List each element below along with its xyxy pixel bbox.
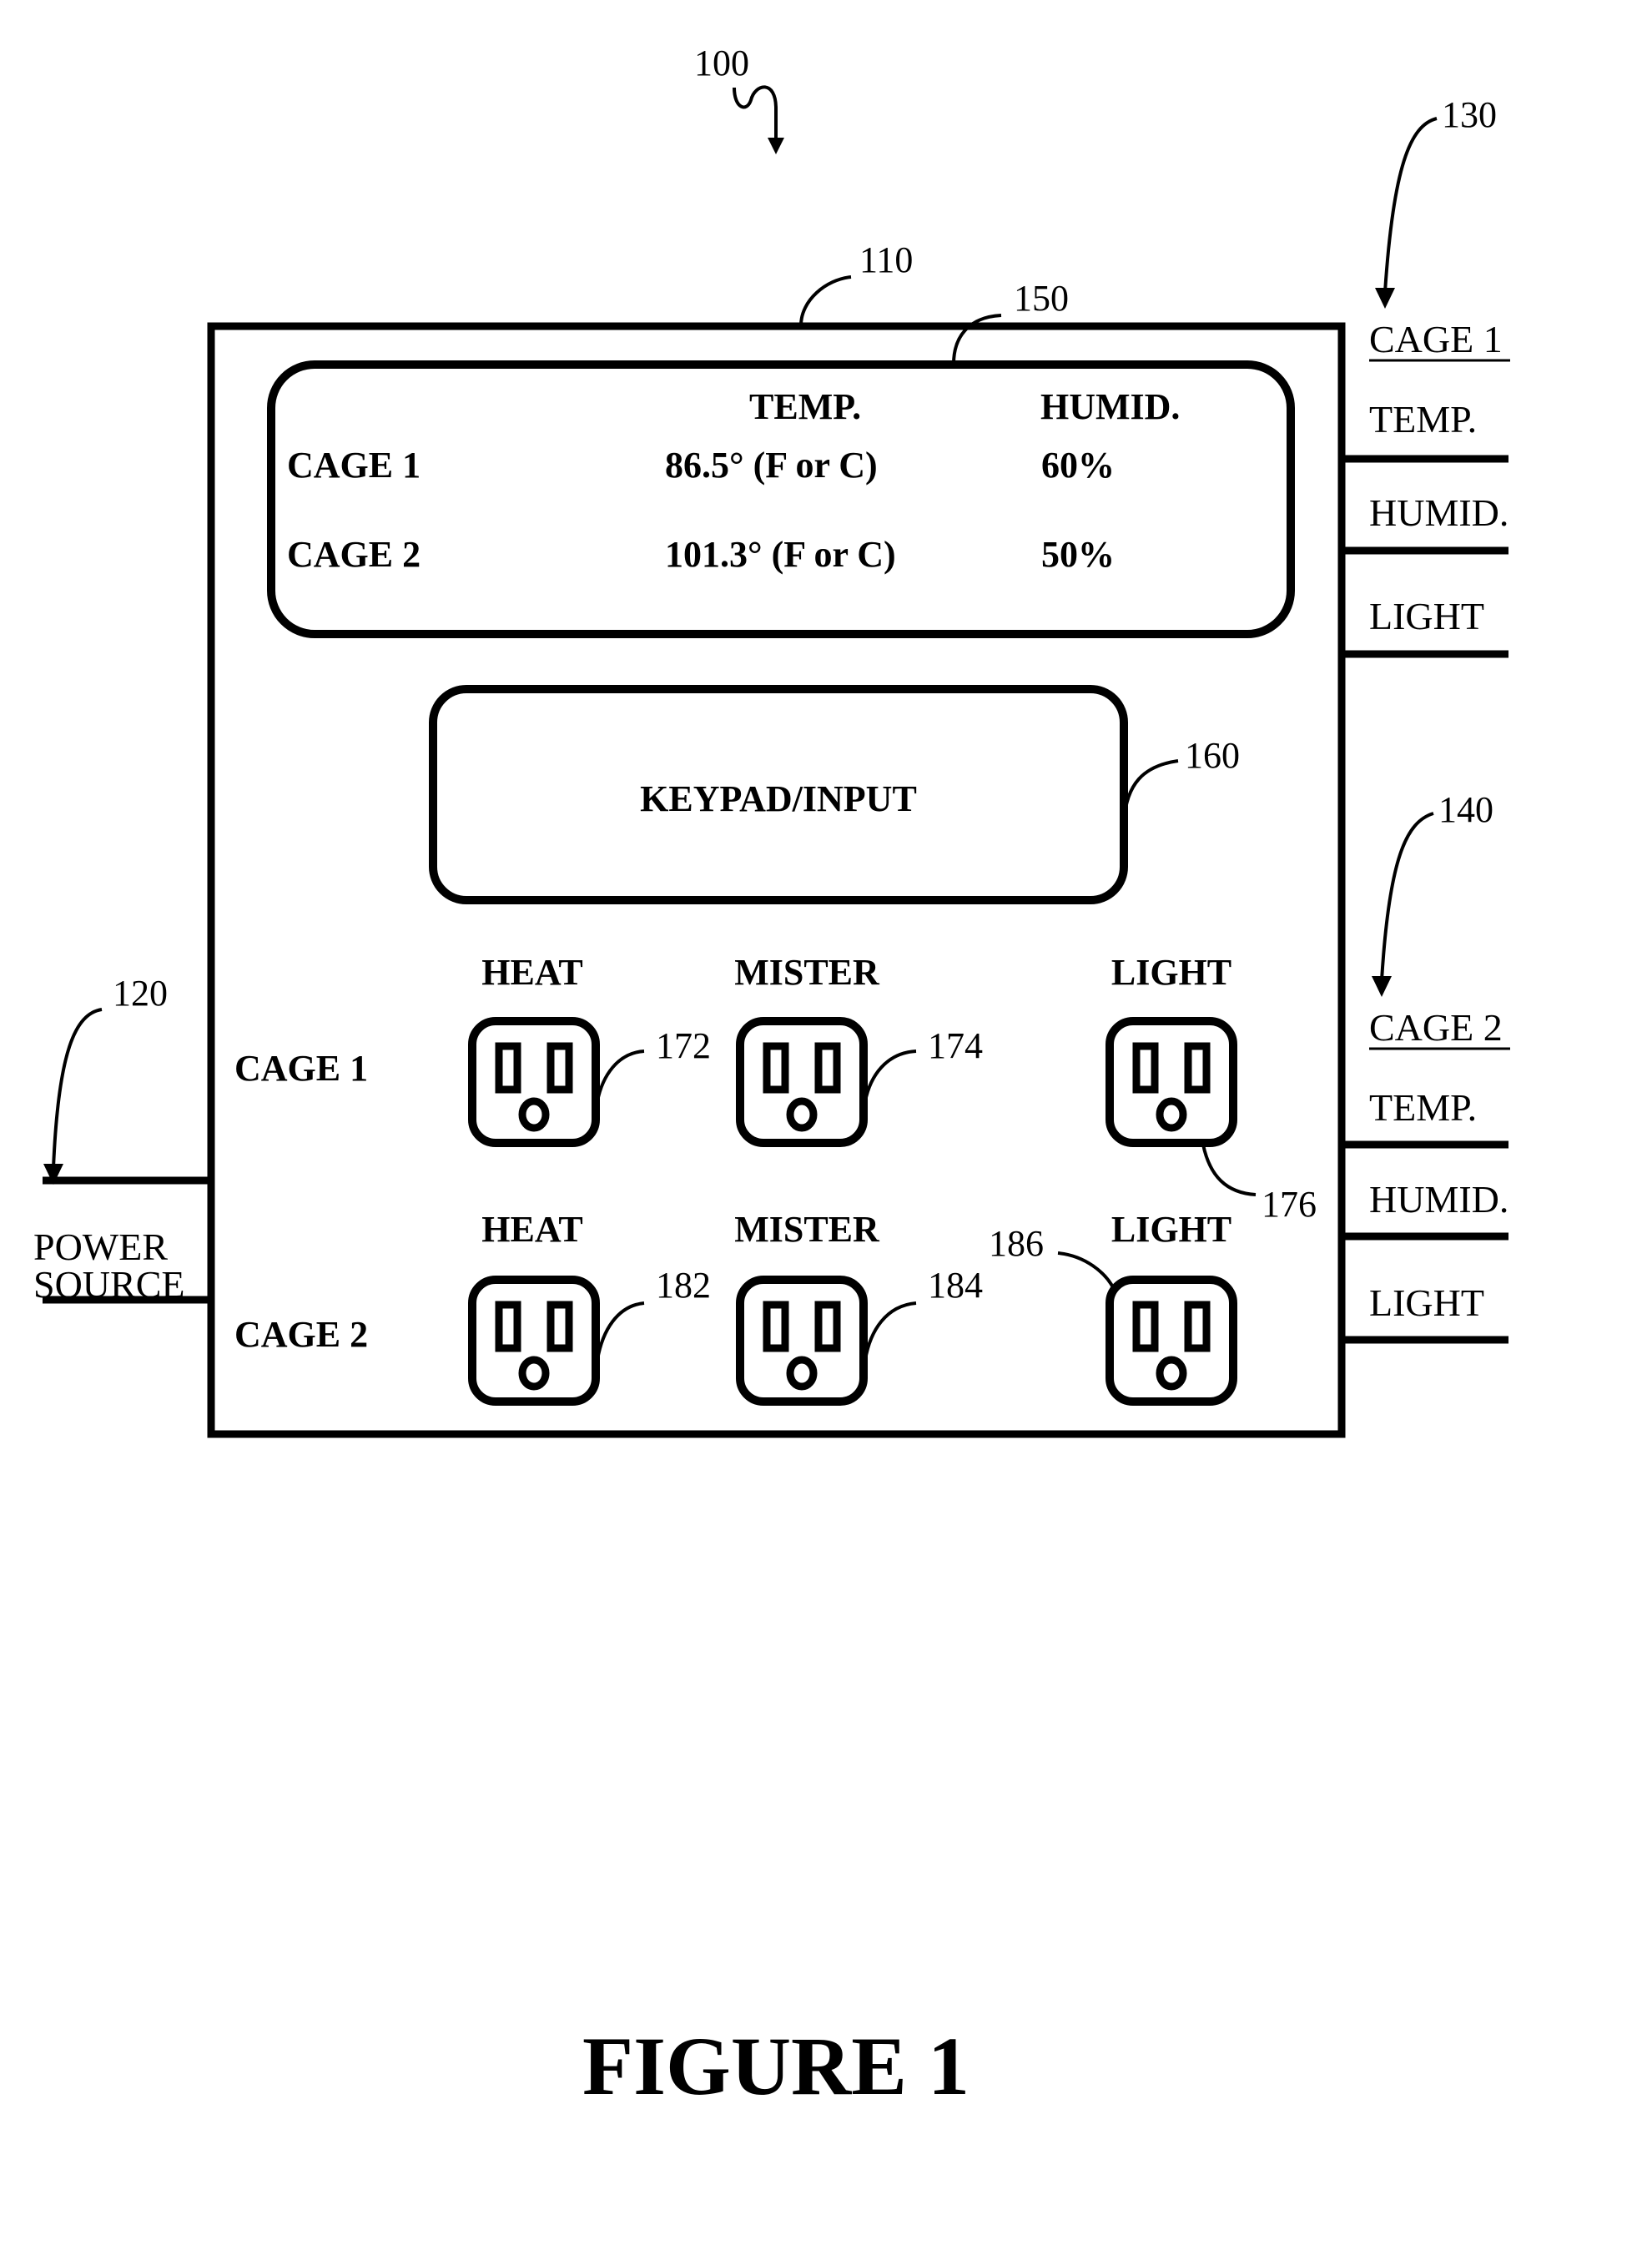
controller-housing	[207, 322, 1346, 1438]
ref-100-arrow	[733, 85, 778, 142]
ref-120-arrow	[52, 1008, 103, 1169]
outlet-cage1-light[interactable]	[1110, 1021, 1233, 1143]
ref-140-arrow	[1380, 812, 1434, 981]
sensor-group-title-cage1: CAGE 1	[1369, 318, 1503, 360]
outlet-col-mister: MISTER	[734, 1209, 880, 1250]
sensor-humid: HUMID.	[1369, 491, 1508, 534]
figure-title: FIGURE 1	[582, 2020, 970, 2112]
keypad-label: KEYPAD/INPUT	[640, 778, 917, 819]
ref-130-arrow	[1383, 117, 1438, 293]
ref-160: 160	[1185, 735, 1240, 776]
outlet-cage1-heat[interactable]	[472, 1021, 596, 1143]
power-source-label: SOURCE	[33, 1263, 184, 1306]
ref-160-leader	[1122, 759, 1179, 823]
ref-174: 174	[928, 1025, 983, 1066]
sensor-group-title-cage2: CAGE 2	[1369, 1006, 1503, 1049]
display-row-label: CAGE 1	[287, 445, 421, 486]
ref-172: 172	[656, 1025, 711, 1066]
ref-174-leader	[864, 1049, 917, 1102]
outlet-cage2-heat[interactable]	[472, 1280, 596, 1402]
figure-canvas: 100 110 150 TEMP. HUMID. CAGE 1 86.5° (F…	[33, 43, 1510, 2112]
ref-120: 120	[113, 973, 168, 1014]
sensor-humid: HUMID.	[1369, 1178, 1508, 1221]
sensor-temp: TEMP.	[1369, 398, 1477, 440]
ref-176: 176	[1262, 1184, 1317, 1225]
ref-186: 186	[989, 1223, 1044, 1264]
ref-130: 130	[1442, 94, 1497, 135]
sensor-light: LIGHT	[1369, 1281, 1484, 1324]
display-col-humid: HUMID.	[1040, 386, 1180, 427]
display-row-humid: 50%	[1041, 534, 1115, 575]
outlet-cage2-mister[interactable]	[740, 1280, 864, 1402]
ref-172-leader	[596, 1049, 645, 1102]
outlet-cage2-light[interactable]	[1110, 1280, 1233, 1402]
ref-150: 150	[1014, 278, 1069, 319]
display-row-humid: 60%	[1041, 445, 1115, 486]
ref-184: 184	[928, 1265, 983, 1306]
ref-176-leader	[1201, 1144, 1257, 1196]
power-source-label: POWER	[33, 1226, 168, 1268]
ref-110: 110	[859, 239, 913, 280]
display-row-label: CAGE 2	[287, 534, 421, 575]
ref-184-leader	[864, 1301, 917, 1361]
outlet-col-light: LIGHT	[1111, 1209, 1231, 1250]
display-row-temp: 101.3° (F or C)	[665, 534, 896, 575]
outlet-row-cage2: CAGE 2	[234, 1314, 368, 1355]
ref-140: 140	[1438, 789, 1493, 830]
display-row-temp: 86.5° (F or C)	[665, 445, 878, 486]
sensor-temp: TEMP.	[1369, 1086, 1477, 1129]
outlet-cage1-mister[interactable]	[740, 1021, 864, 1143]
ref-186-leader	[1057, 1251, 1116, 1290]
outlet-row-cage1: CAGE 1	[234, 1048, 368, 1089]
ref-130-arrowhead	[1375, 288, 1395, 309]
outlet-col-heat: HEAT	[481, 1209, 582, 1250]
ref-110-leader	[799, 275, 852, 326]
ref-140-arrowhead	[1372, 976, 1392, 997]
ref-100-arrowhead	[768, 138, 784, 154]
ref-182: 182	[656, 1265, 711, 1306]
ref-100: 100	[694, 43, 749, 83]
outlet-col-heat: HEAT	[481, 952, 582, 993]
outlet-col-light: LIGHT	[1111, 952, 1231, 993]
display-col-temp: TEMP.	[749, 386, 861, 427]
outlet-col-mister: MISTER	[734, 952, 880, 993]
sensor-light: LIGHT	[1369, 595, 1484, 637]
ref-182-leader	[596, 1301, 645, 1361]
